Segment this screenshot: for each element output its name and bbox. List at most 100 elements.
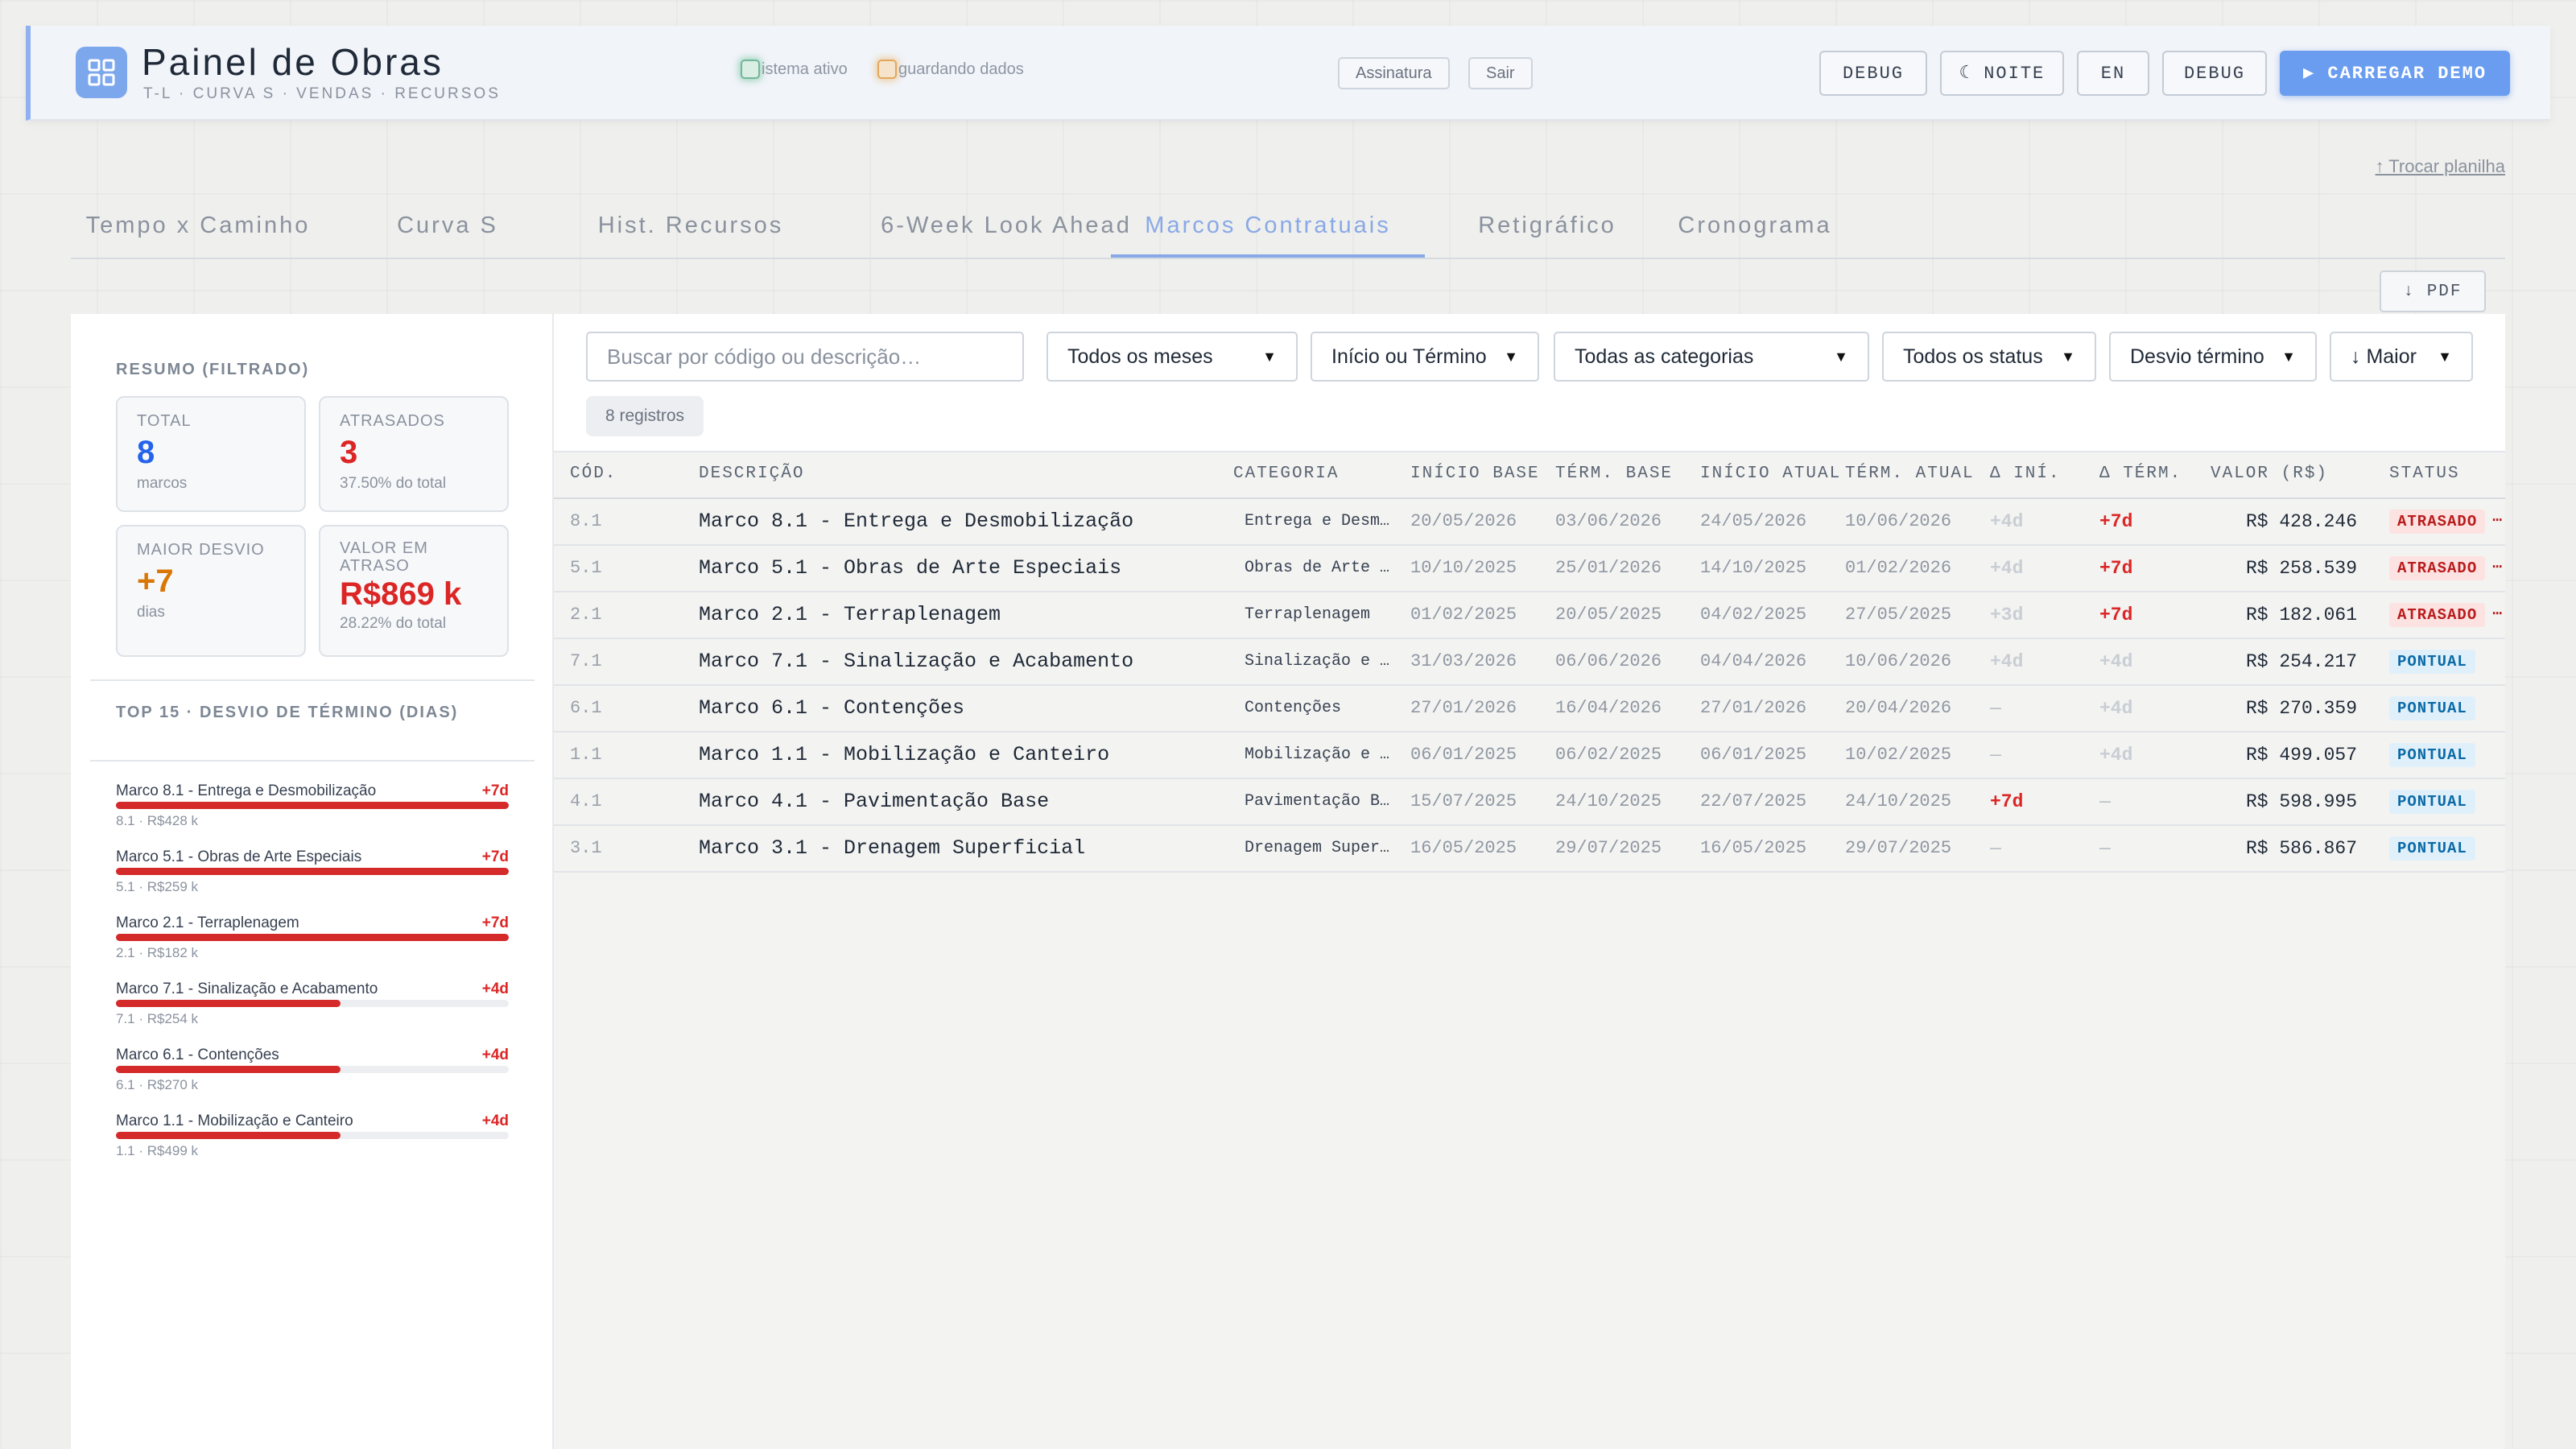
tab-hist-recursos[interactable]: Hist. Recursos bbox=[564, 209, 818, 258]
tab-cronograma[interactable]: Cronograma bbox=[1652, 209, 1858, 258]
bar-delta: +4d bbox=[481, 980, 509, 997]
bar-sub: 2.1 · R$182 k bbox=[116, 945, 199, 960]
export-pdf-button[interactable]: ↓ PDF bbox=[2380, 270, 2486, 312]
cell-desc: Marco 2.1 - Terraplenagem bbox=[699, 603, 1001, 626]
table-row[interactable]: 5.1 Marco 5.1 - Obras de Arte Especiais Ob… bbox=[554, 546, 2505, 592]
sort-order-select[interactable]: ↓ Maior ▼ bbox=[2330, 332, 2473, 382]
cell-d-end: — bbox=[2099, 791, 2111, 812]
col-header-value[interactable]: VALOR (R$) bbox=[2211, 452, 2328, 496]
milestones-table: CÓD. DESCRIÇÃO CATEGORIA INÍCIO BASE TÉR… bbox=[554, 452, 2505, 873]
cell-value: R$ 270.359 bbox=[2245, 698, 2357, 719]
load-demo-button[interactable]: ▶ CARREGAR DEMO bbox=[2280, 51, 2510, 96]
col-header-end-current[interactable]: TÉRM. ATUAL bbox=[1845, 452, 1975, 496]
language-button[interactable]: EN bbox=[2077, 51, 2149, 96]
card-label: TOTAL bbox=[137, 412, 192, 430]
card-value: +7 bbox=[137, 564, 174, 599]
cell-code: 1.1 bbox=[570, 745, 602, 765]
col-header-start-base[interactable]: INÍCIO BASE bbox=[1410, 452, 1540, 496]
cell-code: 8.1 bbox=[570, 511, 602, 531]
month-filter-select[interactable]: Todos os meses ▼ bbox=[1046, 332, 1298, 382]
cell-code: 3.1 bbox=[570, 838, 602, 858]
system-active-indicator-icon bbox=[741, 60, 760, 79]
tab-curva-s[interactable]: Curva S bbox=[377, 209, 518, 258]
table-row[interactable]: 3.1 Marco 3.1 - Drenagem Superficial Drena… bbox=[554, 826, 2505, 873]
chevron-down-icon: ▼ bbox=[1504, 348, 1518, 365]
col-header-delta-end[interactable]: Δ TÉRM. bbox=[2099, 452, 2182, 496]
bar-track bbox=[116, 868, 509, 875]
cell-cat: Pavimentação Base bbox=[1245, 792, 1394, 811]
cell-desc: Marco 7.1 - Sinalização e Acabamento bbox=[699, 650, 1134, 673]
table-row[interactable]: 8.1 Marco 8.1 - Entrega e Desmobilização E… bbox=[554, 499, 2505, 546]
status-filter-select[interactable]: Todos os status ▼ bbox=[1882, 332, 2096, 382]
col-header-code[interactable]: CÓD. bbox=[570, 452, 617, 496]
system-status: istema ativo bbox=[741, 60, 848, 79]
bar-fill bbox=[116, 802, 509, 809]
night-mode-button[interactable]: ☾ NOITE bbox=[1940, 51, 2064, 96]
bar-label: Marco 5.1 - Obras de Arte Especiais bbox=[116, 848, 362, 865]
app-subtitle: T-L · CURVA S · VENDAS · RECURSOS bbox=[143, 85, 501, 102]
col-header-category[interactable]: CATEGORIA bbox=[1233, 452, 1339, 496]
chevron-down-icon: ▼ bbox=[1834, 348, 1848, 365]
debug-button[interactable]: DEBUG bbox=[1819, 51, 1927, 96]
cell-end-cur: 20/04/2026 bbox=[1845, 698, 1952, 718]
cell-cat: Entrega e Desmobilização bbox=[1245, 512, 1394, 530]
cell-end-base: 06/02/2025 bbox=[1555, 745, 1662, 765]
chevron-down-icon: ▼ bbox=[1262, 348, 1277, 365]
cell-cat: Mobilização e Canteiro bbox=[1245, 745, 1394, 764]
bar-label: Marco 2.1 - Terraplenagem bbox=[116, 914, 299, 931]
tab-retigrafico[interactable]: Retigráfico bbox=[1451, 209, 1644, 258]
category-filter-select[interactable]: Todas as categorias ▼ bbox=[1554, 332, 1869, 382]
app-title: Painel de Obras bbox=[142, 41, 444, 83]
card-label: MAIOR DESVIO bbox=[137, 541, 265, 559]
table-row[interactable]: 1.1 Marco 1.1 - Mobilização e Canteiro Mob… bbox=[554, 733, 2505, 779]
cell-d-end: +4d bbox=[2099, 651, 2133, 672]
col-header-description[interactable]: DESCRIÇÃO bbox=[699, 452, 804, 496]
exit-button[interactable]: Sair bbox=[1468, 57, 1533, 89]
date-type-filter-select[interactable]: Início ou Término ▼ bbox=[1311, 332, 1539, 382]
divider bbox=[90, 679, 535, 681]
table-row[interactable]: 4.1 Marco 4.1 - Pavimentação Base Paviment… bbox=[554, 779, 2505, 826]
cell-value: R$ 586.867 bbox=[2245, 838, 2357, 859]
cell-desc: Marco 4.1 - Pavimentação Base bbox=[699, 790, 1050, 813]
cell-start-base: 16/05/2025 bbox=[1410, 838, 1517, 858]
cell-start-base: 31/03/2026 bbox=[1410, 651, 1517, 671]
swap-spreadsheet-link[interactable]: ↑ Trocar planilha bbox=[2376, 156, 2505, 177]
bar-track bbox=[116, 1066, 509, 1073]
table-row[interactable]: 2.1 Marco 2.1 - Terraplenagem Terraplenage… bbox=[554, 592, 2505, 639]
row-more-icon[interactable]: ⋯ bbox=[2492, 592, 2502, 638]
tab-tempo-caminho[interactable]: Tempo x Caminho bbox=[71, 209, 325, 258]
col-header-status[interactable]: STATUS bbox=[2389, 452, 2460, 496]
tab-marcos-contratuais[interactable]: Marcos Contratuais bbox=[1111, 209, 1425, 258]
cell-start-base: 20/05/2026 bbox=[1410, 511, 1517, 531]
col-header-end-base[interactable]: TÉRM. BASE bbox=[1555, 452, 1673, 496]
col-header-start-current[interactable]: INÍCIO ATUAL bbox=[1700, 452, 1841, 496]
row-more-icon[interactable]: ⋯ bbox=[2492, 546, 2502, 591]
cell-start-base: 15/07/2025 bbox=[1410, 791, 1517, 811]
status-badge: PONTUAL bbox=[2389, 696, 2475, 720]
sort-field-select[interactable]: Desvio término ▼ bbox=[2109, 332, 2317, 382]
col-header-delta-start[interactable]: Δ INÍ. bbox=[1990, 452, 2061, 496]
table-row[interactable]: 6.1 Marco 6.1 - Contenções Contenções 27/01… bbox=[554, 686, 2505, 733]
cell-value: R$ 258.539 bbox=[2245, 558, 2357, 579]
cell-end-cur: 29/07/2025 bbox=[1845, 838, 1952, 858]
filter-bar: Todos os meses ▼ Início ou Término ▼ Todas… bbox=[554, 314, 2505, 452]
cell-cat: Drenagem Superficial bbox=[1245, 839, 1394, 857]
tab-six-week-look-ahead[interactable]: 6-Week Look Ahead bbox=[863, 209, 1150, 258]
cell-desc: Marco 5.1 - Obras de Arte Especiais bbox=[699, 556, 1122, 580]
cell-end-cur: 10/06/2026 bbox=[1845, 511, 1952, 531]
search-input[interactable] bbox=[586, 332, 1024, 382]
cell-start-cur: 27/01/2026 bbox=[1700, 698, 1807, 718]
deviation-bar-item: Marco 7.1 - Sinalização e Acabamento +4d… bbox=[116, 980, 509, 1026]
cell-d-end: +7d bbox=[2099, 605, 2133, 625]
row-more-icon[interactable]: ⋯ bbox=[2492, 499, 2502, 544]
cell-cat: Sinalização e Acabamento bbox=[1245, 652, 1394, 671]
summary-title: RESUMO (FILTRADO) bbox=[116, 361, 310, 378]
signature-button[interactable]: Assinatura bbox=[1338, 57, 1450, 89]
cell-d-end: +4d bbox=[2099, 745, 2133, 766]
bar-label: Marco 7.1 - Sinalização e Acabamento bbox=[116, 980, 378, 997]
debug-button-secondary[interactable]: DEBUG bbox=[2162, 51, 2267, 96]
cell-end-cur: 27/05/2025 bbox=[1845, 605, 1952, 625]
saving-indicator-icon bbox=[877, 60, 897, 79]
top-deviation-title: TOP 15 · DESVIO DE TÉRMINO (DIAS) bbox=[116, 704, 459, 721]
table-row[interactable]: 7.1 Marco 7.1 - Sinalização e Acabamento S… bbox=[554, 639, 2505, 686]
